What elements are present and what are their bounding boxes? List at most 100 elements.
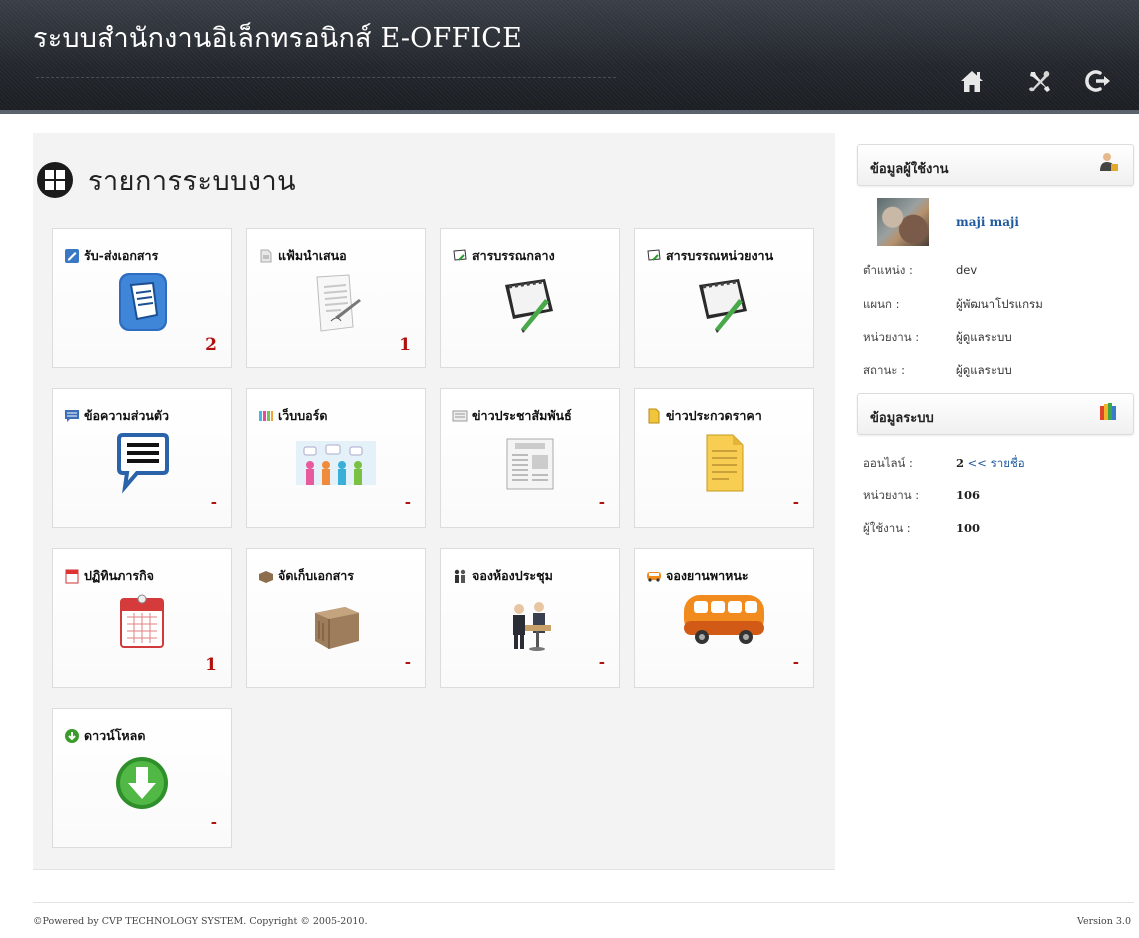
title-divider (36, 77, 616, 78)
user-position-row: ตำแหน่ง : dev (863, 262, 977, 280)
bid-document-icon (689, 431, 759, 495)
document-app-icon (107, 271, 177, 335)
tile-label: รับ-ส่งเอกสาร (84, 248, 159, 263)
download-small-icon (64, 728, 80, 744)
tile-label: แฟ้มนำเสนอ (278, 248, 347, 263)
tile-count: - (792, 653, 799, 671)
tile-count: 2 (205, 335, 217, 355)
tools-icon[interactable] (1025, 67, 1053, 95)
info-label: สถานะ : (863, 363, 906, 377)
file-presentation-icon (301, 271, 371, 335)
users-row: ผู้ใช้งาน : 100 (863, 520, 980, 538)
tile-label: จัดเก็บเอกสาร (278, 568, 354, 583)
tile-count: - (792, 493, 799, 511)
tile-label: ดาวน์โหลด (84, 728, 146, 743)
tile-webboard[interactable]: เว็บบอร์ด - (246, 388, 426, 528)
tile-vehicle-booking[interactable]: จองยานพาหนะ - (634, 548, 814, 688)
tile-count: 1 (399, 335, 411, 355)
user-info-panel-header: ข้อมูลผู้ใช้งาน (857, 144, 1134, 186)
tile-count: - (598, 493, 605, 511)
tile-count: - (598, 653, 605, 671)
newspaper-icon (495, 431, 565, 495)
tile-document-exchange[interactable]: รับ-ส่งเอกสาร 2 (52, 228, 232, 368)
page-title: รายการระบบงาน (88, 165, 297, 197)
info-value: ผู้ดูแลระบบ (956, 330, 1012, 344)
tile-label: ข่าวประชาสัมพันธ์ (472, 408, 572, 423)
calendar-icon (107, 591, 177, 655)
units-count: 106 (956, 488, 981, 502)
planner-pen-icon (495, 271, 565, 335)
user-info-title: ข้อมูลผู้ใช้งาน (870, 162, 949, 177)
user-status-row: สถานะ : ผู้ดูแลระบบ (863, 362, 1012, 380)
app-header: ระบบสำนักงานอิเล็กทรอนิกส์ E-OFFICE (0, 0, 1139, 114)
tile-count: - (404, 653, 411, 671)
tile-label: ข้อความส่วนตัว (84, 408, 170, 423)
online-row: ออนไลน์ : 2 << รายชื่อ (863, 455, 1025, 473)
box-small-icon (258, 568, 274, 584)
speech-icon (64, 408, 80, 424)
info-label: แผนก : (863, 297, 900, 311)
bus-icon (678, 585, 770, 649)
tile-central-correspondence[interactable]: สารบรรณกลาง (440, 228, 620, 368)
tile-presentation-file[interactable]: แฟ้มนำเสนอ 1 (246, 228, 426, 368)
notepad-icon (452, 248, 468, 264)
tile-label: สารบรรณกลาง (472, 248, 555, 263)
bus-small-icon (646, 568, 662, 584)
download-icon (107, 751, 177, 815)
page-heading: รายการระบบงาน (36, 158, 296, 202)
books-icon (1097, 400, 1119, 422)
file-icon (258, 248, 274, 264)
message-bubble-icon (107, 431, 177, 495)
info-label: ผู้ใช้งาน : (863, 521, 911, 535)
footer-version: Version 3.0 (1076, 916, 1131, 927)
tile-unit-correspondence[interactable]: สารบรรณหน่วยงาน (634, 228, 814, 368)
tile-label: สารบรรณหน่วยงาน (666, 248, 774, 263)
tile-public-relations[interactable]: ข่าวประชาสัมพันธ์ - (440, 388, 620, 528)
tile-count: - (210, 813, 217, 831)
group-icon (258, 408, 274, 424)
tile-label: จองห้องประชุม (472, 568, 553, 583)
tile-label: ปฏิทินภารกิจ (84, 568, 154, 583)
tile-label: จองยานพาหนะ (666, 568, 749, 583)
tile-download[interactable]: ดาวน์โหลด - (52, 708, 232, 848)
document-edit-icon (64, 248, 80, 264)
users-count: 100 (956, 521, 981, 535)
info-label: หน่วยงาน : (863, 488, 920, 502)
tile-document-storage[interactable]: จัดเก็บเอกสาร - (246, 548, 426, 688)
units-row: หน่วยงาน : 106 (863, 487, 980, 505)
info-value: ผู้ดูแลระบบ (956, 363, 1012, 377)
online-count: 2 (956, 456, 965, 470)
info-value: dev (956, 263, 978, 277)
user-name-link[interactable]: maji maji (956, 215, 1019, 229)
webboard-people-icon (294, 431, 378, 495)
app-title: ระบบสำนักงานอิเล็กทรอนิกส์ E-OFFICE (33, 23, 523, 54)
tile-private-message[interactable]: ข้อความส่วนตัว - (52, 388, 232, 528)
doc-yellow-icon (646, 408, 662, 424)
online-list-link[interactable]: << รายชื่อ (968, 456, 1025, 470)
people-small-icon (452, 568, 468, 584)
tile-bid-news[interactable]: ข่าวประกวดราคา - (634, 388, 814, 528)
footer-divider (33, 902, 1134, 903)
news-icon (452, 408, 468, 424)
info-label: ตำแหน่ง : (863, 263, 913, 277)
footer-copyright: ©Powered by CVP TECHNOLOGY SYSTEM. Copyr… (33, 916, 368, 927)
meeting-room-icon (495, 591, 565, 655)
notepad-icon (646, 248, 662, 264)
logout-icon[interactable] (1084, 67, 1112, 95)
avatar (877, 198, 929, 246)
info-label: ออนไลน์ : (863, 456, 913, 470)
tile-meeting-room-booking[interactable]: จองห้องประชุม - (440, 548, 620, 688)
tile-count: 1 (205, 655, 217, 675)
system-info-panel-header: ข้อมูลระบบ (857, 393, 1134, 435)
home-icon[interactable] (958, 67, 986, 95)
info-value: ผู้พัฒนาโปรแกรม (956, 297, 1043, 311)
tile-mission-calendar[interactable]: ปฏิทินภารกิจ 1 (52, 548, 232, 688)
info-label: หน่วยงาน : (863, 330, 920, 344)
tile-count: - (210, 493, 217, 511)
calendar-small-icon (64, 568, 80, 584)
archive-box-icon (301, 591, 371, 655)
user-department-row: แผนก : ผู้พัฒนาโปรแกรม (863, 296, 1043, 314)
user-unit-row: หน่วยงาน : ผู้ดูแลระบบ (863, 329, 1012, 347)
user-lock-icon (1097, 151, 1119, 173)
planner-pen-icon (689, 271, 759, 335)
